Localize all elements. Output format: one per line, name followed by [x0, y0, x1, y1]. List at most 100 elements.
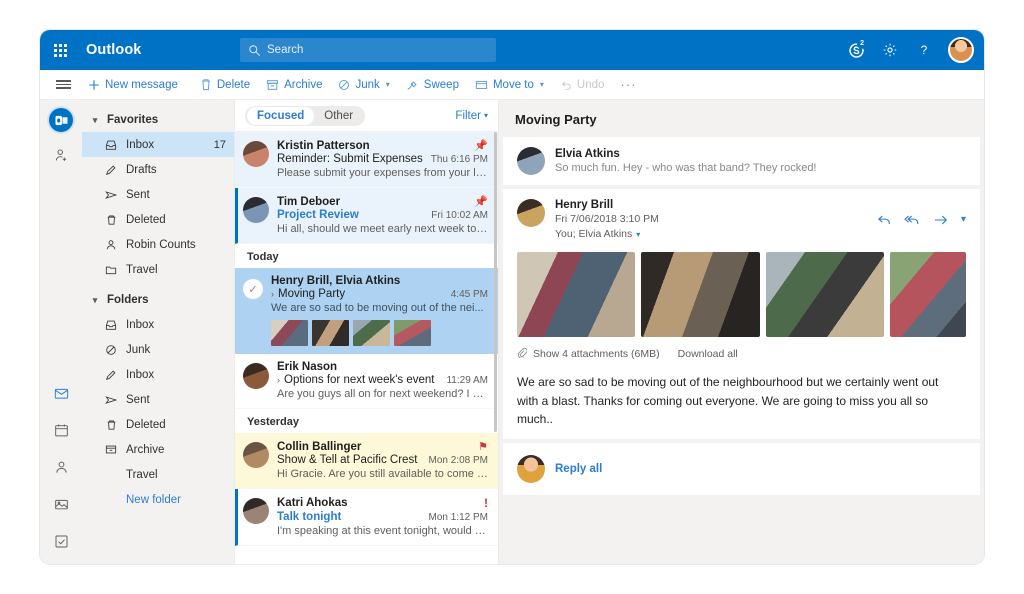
block-icon: [338, 79, 350, 91]
tab-other[interactable]: Other: [314, 107, 363, 125]
pin-icon[interactable]: 📌: [474, 195, 488, 208]
message-body: We are so sad to be moving out of the ne…: [517, 373, 947, 429]
sweep-button[interactable]: Sweep: [398, 70, 467, 100]
list-item[interactable]: ✓ Henry Brill, Elvia Atkins › Moving Par…: [235, 268, 498, 354]
sidebar-item-junk[interactable]: Junk: [82, 337, 234, 362]
show-attachments-label[interactable]: Show 4 attachments (6MB): [533, 348, 660, 360]
sidebar-item-archive[interactable]: Archive: [82, 437, 234, 462]
list-item[interactable]: Collin Ballinger ⚑ Show & Tell at Pacifi…: [235, 433, 498, 489]
download-all-button[interactable]: Download all: [678, 348, 738, 360]
sidebar-item-travel[interactable]: Travel: [82, 462, 234, 487]
message-time: Mon 2:08 PM: [429, 455, 488, 466]
sidebar-item-sent[interactable]: Sent: [82, 182, 234, 207]
help-icon[interactable]: ?: [908, 34, 940, 66]
message-recipients: You; Elvia Atkins ▾: [555, 228, 877, 240]
message-list: Focused Other Filter ▾ Kristin Patterson…: [234, 100, 499, 564]
list-item[interactable]: Kristin Patterson 📌 Reminder: Submit Exp…: [235, 132, 498, 188]
filter-button[interactable]: Filter ▾: [455, 110, 488, 122]
new-message-button[interactable]: New message: [86, 70, 192, 100]
folders-group-header[interactable]: ▾ Folders: [82, 288, 234, 312]
chevron-down-icon: ▾: [90, 295, 100, 306]
chevron-down-icon[interactable]: ▾: [386, 80, 390, 89]
sidebar-item-label: Sent: [126, 394, 226, 406]
attachments-bar: Show 4 attachments (6MB) Download all: [517, 347, 966, 361]
message-preview: Are you guys all on for next weekend? I …: [277, 388, 488, 400]
chevron-down-icon[interactable]: ▾: [540, 80, 544, 89]
attachment-image[interactable]: [766, 252, 884, 337]
favorites-group-header[interactable]: ▾ Favorites: [82, 108, 234, 132]
expanded-message: Henry Brill Fri 7/06/2018 3:10 PM You; E…: [503, 189, 980, 439]
archive-button[interactable]: Archive: [258, 70, 330, 100]
app-launcher-icon[interactable]: [40, 30, 80, 70]
sidebar-item-robin-counts[interactable]: Robin Counts: [82, 232, 234, 257]
calendar-icon[interactable]: [48, 417, 74, 443]
attachment-image[interactable]: [890, 252, 966, 337]
attachment-image[interactable]: [517, 252, 635, 337]
avatar: [243, 141, 269, 167]
junk-label: Junk: [355, 79, 379, 91]
sidebar-item-travel-fav[interactable]: Travel: [82, 257, 234, 282]
sidebar-item-sent-2[interactable]: Sent: [82, 387, 234, 412]
move-to-button[interactable]: Move to ▾: [467, 70, 552, 100]
sidebar-item-inbox-2[interactable]: Inbox: [82, 312, 234, 337]
inbox-icon: [104, 139, 118, 151]
skype-icon[interactable]: 2: [840, 34, 872, 66]
sidebar-item-deleted-2[interactable]: Deleted: [82, 412, 234, 437]
add-person-icon[interactable]: [48, 142, 74, 168]
outlook-window: Outlook Search 2: [40, 30, 984, 564]
archive-label: Archive: [284, 79, 322, 91]
list-item[interactable]: Katri Ahokas ! Talk tonight Mon 1:12 PM …: [235, 489, 498, 546]
thread-expander-icon[interactable]: ›: [277, 375, 280, 385]
pin-icon[interactable]: 📌: [474, 139, 488, 152]
more-chevron-icon[interactable]: ▾: [961, 214, 966, 225]
thread-expander-icon[interactable]: ›: [271, 289, 274, 299]
sidebar-item-drafts[interactable]: Drafts: [82, 157, 234, 182]
message-sender: Henry Brill: [555, 199, 877, 211]
chevron-down-icon[interactable]: ▾: [636, 230, 640, 239]
more-commands-button[interactable]: ···: [612, 70, 644, 100]
tasks-icon[interactable]: [48, 528, 74, 554]
search-input[interactable]: Search: [240, 38, 496, 62]
reply-icon[interactable]: [877, 213, 892, 227]
list-item[interactable]: Erik Nason › Options for next week's eve…: [235, 354, 498, 409]
outlook-glyph-icon: [55, 114, 68, 127]
read-status-toggle[interactable]: ✓: [243, 279, 263, 299]
hamburger-icon[interactable]: [40, 78, 86, 91]
list-item[interactable]: Tim Deboer 📌 Project Review Fri 10:02 AM…: [235, 188, 498, 244]
broom-icon: [406, 79, 419, 91]
sidebar-item-inbox-3[interactable]: Inbox: [82, 362, 234, 387]
reply-all-button[interactable]: Reply all: [555, 463, 602, 475]
tab-focused[interactable]: Focused: [247, 107, 314, 125]
gear-icon[interactable]: [874, 34, 906, 66]
svg-text:?: ?: [921, 43, 928, 57]
mail-icon[interactable]: [48, 380, 74, 406]
thumbnail-image[interactable]: [312, 320, 349, 346]
sidebar-item-deleted[interactable]: Deleted: [82, 207, 234, 232]
reply-bar: Reply all: [503, 443, 980, 495]
sidebar-item-inbox[interactable]: Inbox 17: [82, 132, 234, 157]
new-folder-button[interactable]: New folder: [82, 487, 234, 512]
filter-label: Filter: [455, 110, 481, 122]
forward-icon[interactable]: [933, 213, 949, 227]
flag-icon[interactable]: ⚑: [478, 440, 488, 453]
junk-button[interactable]: Junk ▾: [330, 70, 397, 100]
sidebar-item-label: Inbox: [126, 319, 226, 331]
reply-all-icon[interactable]: [904, 213, 921, 227]
avatar[interactable]: [948, 37, 974, 63]
sidebar-item-label: Travel: [126, 264, 226, 276]
thumbnail-image[interactable]: [353, 320, 390, 346]
people-icon[interactable]: [48, 454, 74, 480]
message-preview: I'm speaking at this event tonight, woul…: [277, 525, 488, 537]
message-list-scrollbar[interactable]: [494, 132, 498, 564]
collapsed-message[interactable]: Elvia Atkins So much fun. Hey - who was …: [503, 137, 980, 185]
message-subject: Project Review: [277, 209, 425, 221]
thumbnail-image[interactable]: [271, 320, 308, 346]
message-sender: Katri Ahokas: [277, 497, 480, 509]
files-icon[interactable]: [48, 491, 74, 517]
avatar: [517, 147, 545, 175]
attachment-image[interactable]: [641, 252, 759, 337]
outlook-logo-icon[interactable]: [49, 108, 73, 132]
delete-button[interactable]: Delete: [192, 70, 258, 100]
trash-icon: [200, 78, 212, 91]
thumbnail-image[interactable]: [394, 320, 431, 346]
